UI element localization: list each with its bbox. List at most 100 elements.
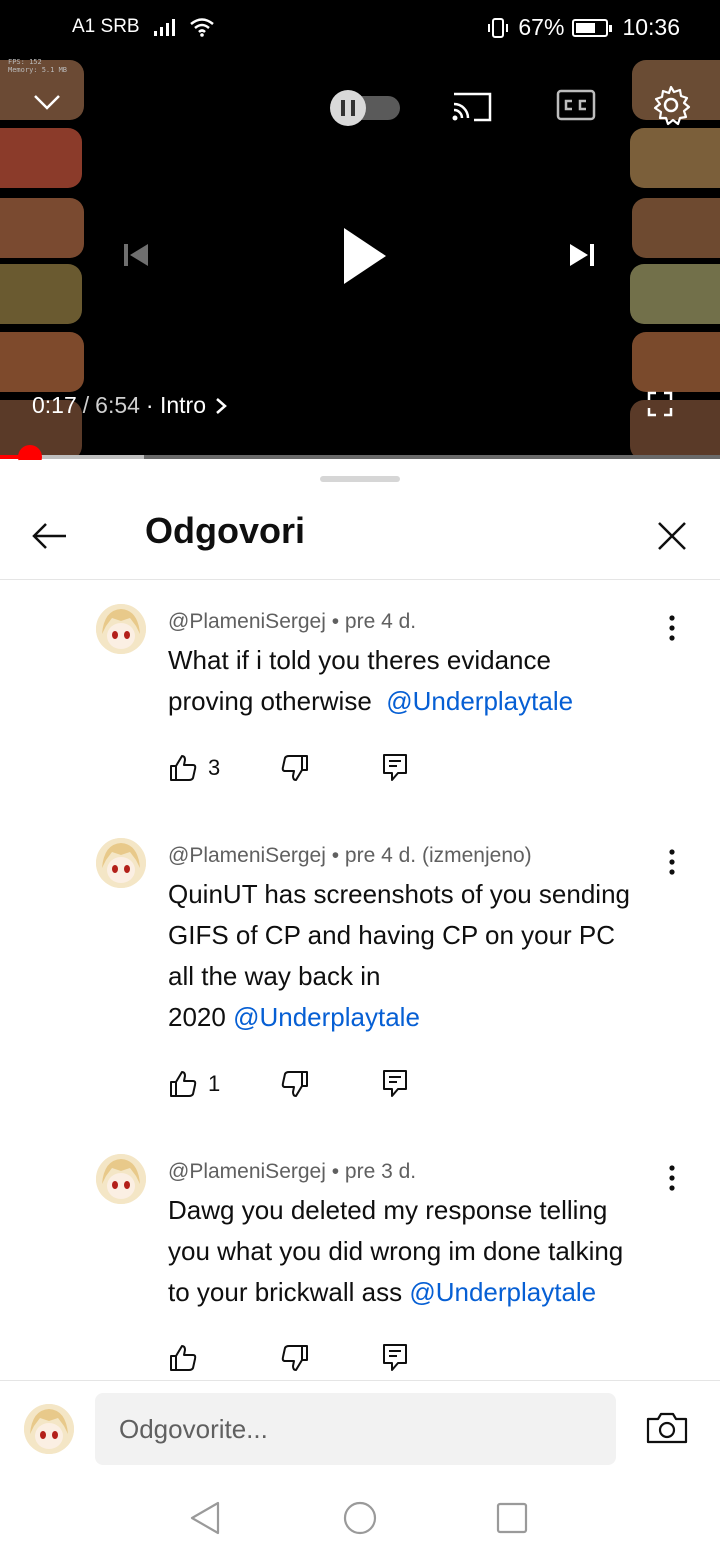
avatar-image xyxy=(24,1404,74,1454)
close-icon xyxy=(658,522,686,550)
comment-text: Dawg you deleted my response telling you… xyxy=(168,1190,668,1313)
reply-input[interactable]: Odgovorite... xyxy=(95,1393,616,1465)
comment-line: all the way back in xyxy=(168,961,381,991)
nav-home-button[interactable] xyxy=(342,1500,378,1541)
clock: 10:36 xyxy=(622,14,680,40)
thumb-up-icon xyxy=(170,1345,197,1371)
avatar-image xyxy=(96,1154,146,1204)
previous-button[interactable] xyxy=(118,240,152,275)
comment-line: Dawg you deleted my response telling xyxy=(168,1195,608,1225)
more-vert-icon xyxy=(669,849,675,875)
comment-text: What if i told you theres evidance provi… xyxy=(168,640,668,722)
reply-button[interactable] xyxy=(382,753,408,783)
play-icon xyxy=(344,228,386,284)
dislike-button[interactable] xyxy=(280,753,310,783)
like-button[interactable]: 1 xyxy=(168,1069,220,1099)
time-separator: / xyxy=(82,392,90,418)
autoplay-pause-icon xyxy=(330,90,400,126)
comment-author[interactable]: @PlameniSergej xyxy=(168,610,326,633)
comment-author[interactable]: @PlameniSergej xyxy=(168,844,326,867)
settings-button[interactable] xyxy=(650,84,692,131)
triangle-back-icon xyxy=(190,1501,220,1535)
system-navigation-bar xyxy=(0,1480,720,1560)
more-vert-icon xyxy=(669,615,675,641)
total-duration: 6:54 xyxy=(95,392,140,418)
reply-button[interactable] xyxy=(382,1069,408,1099)
wifi-icon xyxy=(189,18,214,37)
avatar-image xyxy=(96,604,146,654)
next-button[interactable] xyxy=(566,240,600,275)
reply-placeholder: Odgovorite... xyxy=(119,1413,268,1444)
mention-link[interactable]: @Underplaytale xyxy=(386,686,573,716)
skip-previous-icon xyxy=(124,244,148,266)
comment-actions: 1 xyxy=(168,1064,407,1104)
nav-recents-button[interactable] xyxy=(495,1501,529,1540)
sheet-header: Odgovori xyxy=(0,488,720,580)
comment-line: to your brickwall ass xyxy=(168,1277,403,1307)
avatar[interactable] xyxy=(96,604,146,654)
comment-age: • pre 4 d. (izmenjeno) xyxy=(331,844,532,867)
chevron-right-icon xyxy=(216,397,227,414)
nav-back-button[interactable] xyxy=(188,1500,222,1541)
back-button[interactable] xyxy=(25,512,73,560)
like-count: 1 xyxy=(208,1071,221,1096)
fullscreen-button[interactable] xyxy=(646,390,674,423)
reply-composer: Odgovorite... xyxy=(0,1380,720,1480)
chapter-label: · Intro xyxy=(145,392,206,418)
current-time: 0:17 xyxy=(32,392,77,418)
comment-line: you what you did wrong im done talking xyxy=(168,1236,624,1266)
avatar[interactable] xyxy=(96,838,146,888)
dislike-button[interactable] xyxy=(280,1069,310,1099)
chevron-down-icon xyxy=(34,95,60,110)
current-user-avatar xyxy=(24,1404,74,1454)
status-bar: A1 SRB 67% 10:36 xyxy=(0,0,720,54)
square-recents-icon xyxy=(496,1502,528,1534)
dislike-button[interactable] xyxy=(280,1343,310,1373)
like-button[interactable]: 3 xyxy=(168,753,220,783)
reply-comment-icon xyxy=(383,1070,407,1097)
like-button[interactable] xyxy=(168,1343,208,1373)
comment-line: proving otherwise xyxy=(168,686,372,716)
video-player[interactable]: FPS: 152 Memory: 5.1 MB 0:17 / 6:54 · In… xyxy=(0,54,720,458)
cast-button[interactable] xyxy=(450,88,494,129)
closed-captions-icon xyxy=(556,89,596,121)
minimize-button[interactable] xyxy=(30,84,64,123)
mention-link[interactable]: @Underplaytale xyxy=(233,1002,420,1032)
comment-actions xyxy=(168,1338,407,1378)
comment-age: • pre 4 d. xyxy=(331,610,417,633)
comment-line: QuinUT has screenshots of you sending xyxy=(168,879,631,909)
circle-home-icon xyxy=(343,1501,377,1535)
reply-comment-icon xyxy=(383,1344,407,1371)
captions-button[interactable] xyxy=(556,88,596,127)
battery-icon xyxy=(572,18,613,37)
play-button[interactable] xyxy=(336,224,392,293)
camera-button[interactable] xyxy=(646,1411,688,1450)
thumb-up-icon xyxy=(170,1071,197,1097)
comment-line: What if i told you theres evidance xyxy=(168,645,551,675)
drag-handle[interactable] xyxy=(320,476,400,482)
comment-meta: @PlameniSergej • pre 3 d. xyxy=(168,1160,416,1184)
comment-actions: 3 xyxy=(168,748,407,788)
video-progress-bar[interactable] xyxy=(0,445,720,469)
thumb-down-icon xyxy=(281,1071,308,1097)
like-count: 3 xyxy=(208,755,221,780)
cast-icon xyxy=(452,92,492,122)
chapter-button[interactable]: · Intro xyxy=(146,392,228,419)
reply-button[interactable] xyxy=(382,1343,408,1373)
avatar[interactable] xyxy=(96,1154,146,1204)
skip-next-icon xyxy=(570,244,594,266)
gear-icon xyxy=(653,85,691,126)
comment-line: 2020 xyxy=(168,1002,226,1032)
camera-icon xyxy=(646,1412,688,1444)
carrier-label: A1 SRB xyxy=(72,16,140,37)
comment-text: QuinUT has screenshots of you sending GI… xyxy=(168,874,668,1038)
close-button[interactable] xyxy=(648,512,696,560)
debug-overlay: FPS: 152 Memory: 5.1 MB xyxy=(8,58,67,74)
mention-link[interactable]: @Underplaytale xyxy=(409,1277,596,1307)
time-display: 0:17 / 6:54 · Intro xyxy=(32,392,228,419)
battery-percent: 67% xyxy=(518,14,565,40)
vibrate-icon xyxy=(488,17,509,38)
comment-author[interactable]: @PlameniSergej xyxy=(168,1160,326,1183)
signal-icon xyxy=(153,18,175,36)
autoplay-toggle[interactable] xyxy=(328,90,402,131)
